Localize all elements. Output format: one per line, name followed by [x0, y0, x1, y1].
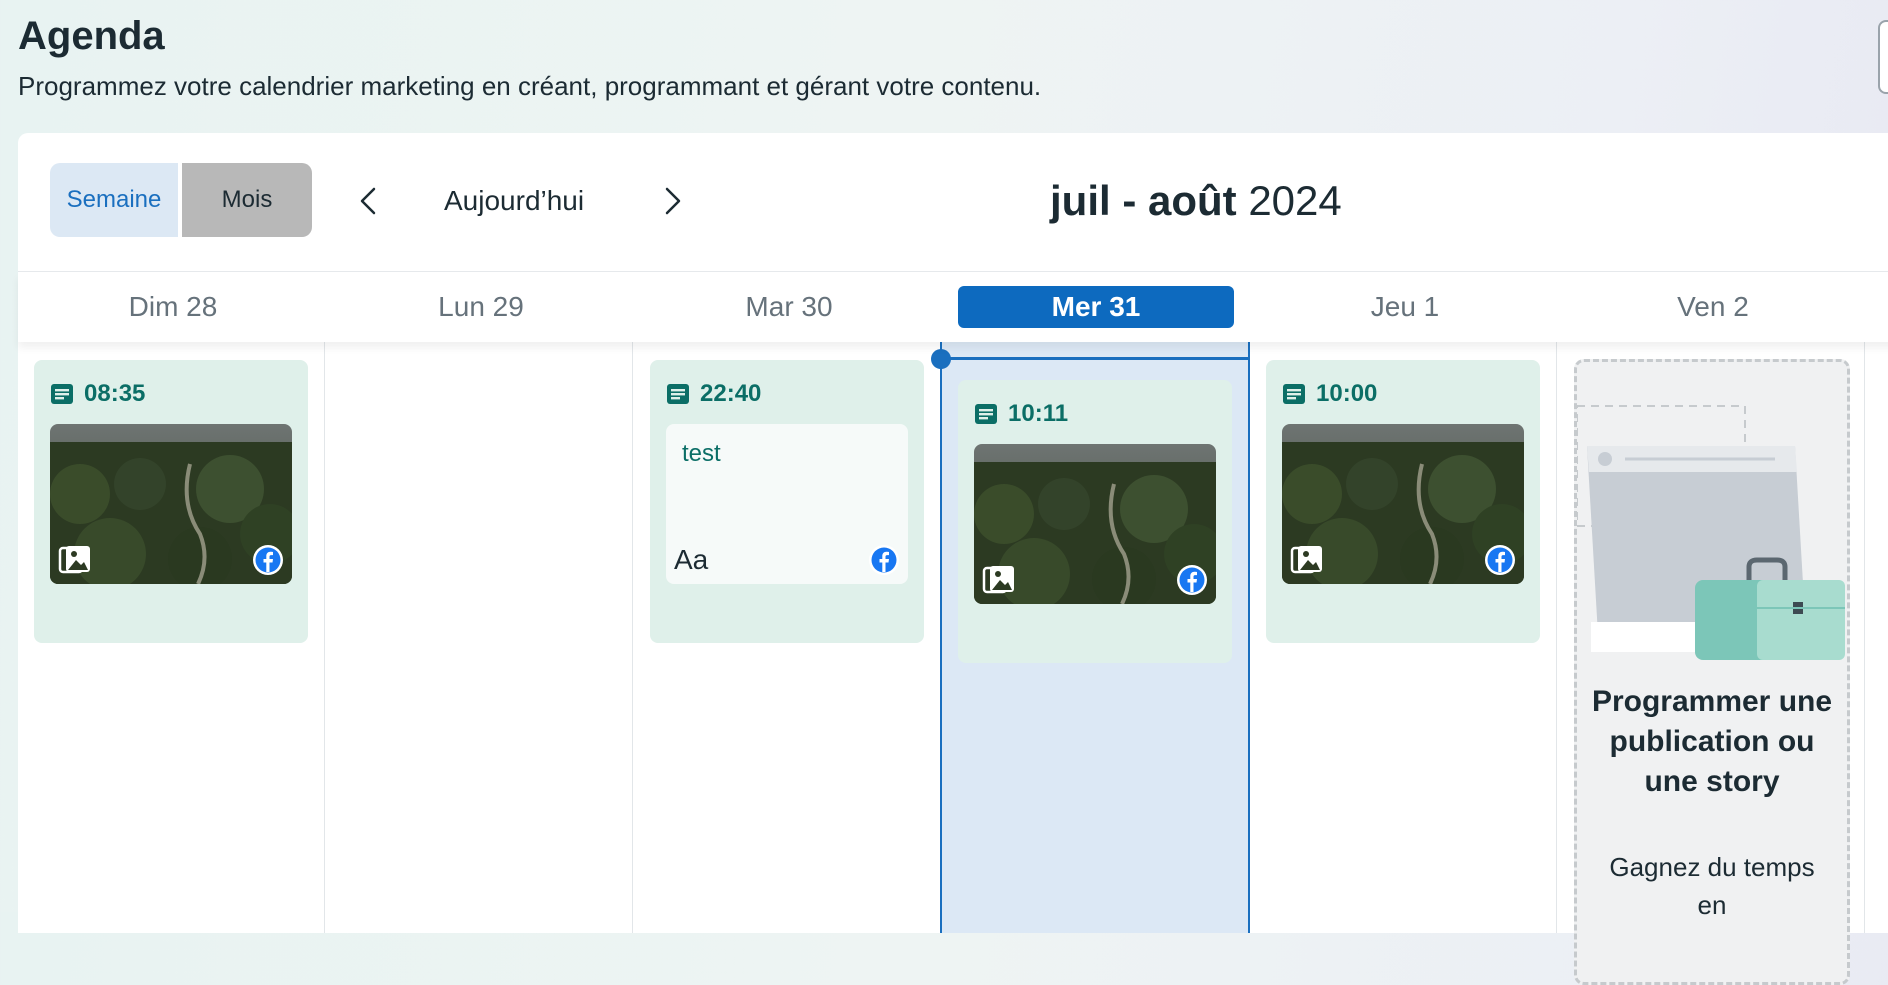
post-time: 10:11 — [974, 400, 1068, 428]
facebook-icon — [1485, 545, 1515, 575]
promo-description: Gagnez du temps en — [1609, 852, 1815, 920]
post-time: 22:40 — [666, 380, 761, 408]
day-header-mer-today[interactable]: Mer 31 — [958, 286, 1234, 328]
post-card-mar-30[interactable]: 22:40 test Aa — [650, 360, 924, 643]
date-range-months: juil - août — [1050, 177, 1237, 224]
post-text: test — [682, 440, 721, 467]
facebook-icon — [253, 545, 283, 575]
prev-week-button[interactable] — [348, 181, 388, 221]
promo-title: Programmer une publication ou une story — [1591, 685, 1833, 798]
column-divider — [324, 342, 325, 933]
chevron-left-icon — [360, 187, 376, 215]
view-month-button[interactable]: Mois — [182, 163, 312, 237]
column-divider — [1864, 342, 1865, 933]
post-type-icon — [51, 384, 73, 404]
next-week-button[interactable] — [653, 181, 693, 221]
day-header-row: Dim 28 Lun 29 Mar 30 Mer 31 Jeu 1 Ven 2 — [18, 272, 1888, 342]
post-time-label: 22:40 — [700, 380, 762, 407]
post-text-preview: test Aa — [666, 424, 908, 584]
page-title: Agenda — [18, 14, 165, 58]
facebook-icon — [1177, 565, 1207, 595]
current-time-line — [940, 357, 1250, 360]
facebook-icon — [869, 545, 899, 575]
post-type-icon — [1283, 384, 1305, 404]
post-image-thumbnail — [50, 424, 292, 584]
view-week-button[interactable]: Semaine — [50, 163, 178, 237]
column-divider — [1556, 342, 1557, 933]
carousel-media-icon — [58, 546, 90, 574]
post-card-jeu-1[interactable]: 10:00 — [1266, 360, 1540, 643]
calendar-briefcase-illustration — [1577, 405, 1845, 660]
post-type-icon — [667, 384, 689, 404]
current-time-dot — [931, 349, 951, 369]
calendar-toolbar: Semaine Mois Aujourd’hui juil - août 202… — [18, 133, 1888, 272]
post-image-thumbnail — [1282, 424, 1524, 584]
post-time: 08:35 — [50, 380, 145, 408]
day-header-ven[interactable]: Ven 2 — [1593, 286, 1833, 328]
carousel-media-icon — [1290, 546, 1322, 574]
page-subtitle: Programmez votre calendrier marketing en… — [18, 71, 1042, 101]
post-image-thumbnail — [974, 444, 1216, 604]
page-header: Agenda Programmez votre calendrier marke… — [18, 12, 1041, 102]
chevron-right-icon — [665, 187, 681, 215]
schedule-post-promo[interactable]: Programmer une publication ou une story … — [1574, 359, 1850, 985]
day-header-mar[interactable]: Mar 30 — [669, 286, 909, 328]
text-format-icon: Aa — [674, 544, 709, 575]
post-card-mer-31[interactable]: 10:11 — [958, 380, 1232, 663]
date-range-year: 2024 — [1248, 177, 1342, 224]
date-range-title: juil - août 2024 — [1050, 173, 1342, 229]
column-divider — [632, 342, 633, 933]
post-type-icon — [975, 404, 997, 424]
view-toggle: Semaine Mois — [50, 163, 312, 237]
header-action-button[interactable] — [1878, 20, 1888, 94]
post-time-label: 10:11 — [1008, 400, 1069, 427]
carousel-media-icon — [982, 566, 1014, 594]
post-time: 10:00 — [1282, 380, 1377, 408]
day-header-dim[interactable]: Dim 28 — [53, 286, 293, 328]
post-time-label: 10:00 — [1316, 380, 1378, 407]
post-card-dim-28[interactable]: 08:35 — [34, 360, 308, 643]
day-header-lun[interactable]: Lun 29 — [361, 286, 601, 328]
today-button[interactable]: Aujourd’hui — [438, 175, 590, 227]
post-time-label: 08:35 — [84, 380, 146, 407]
day-header-jeu[interactable]: Jeu 1 — [1285, 286, 1525, 328]
